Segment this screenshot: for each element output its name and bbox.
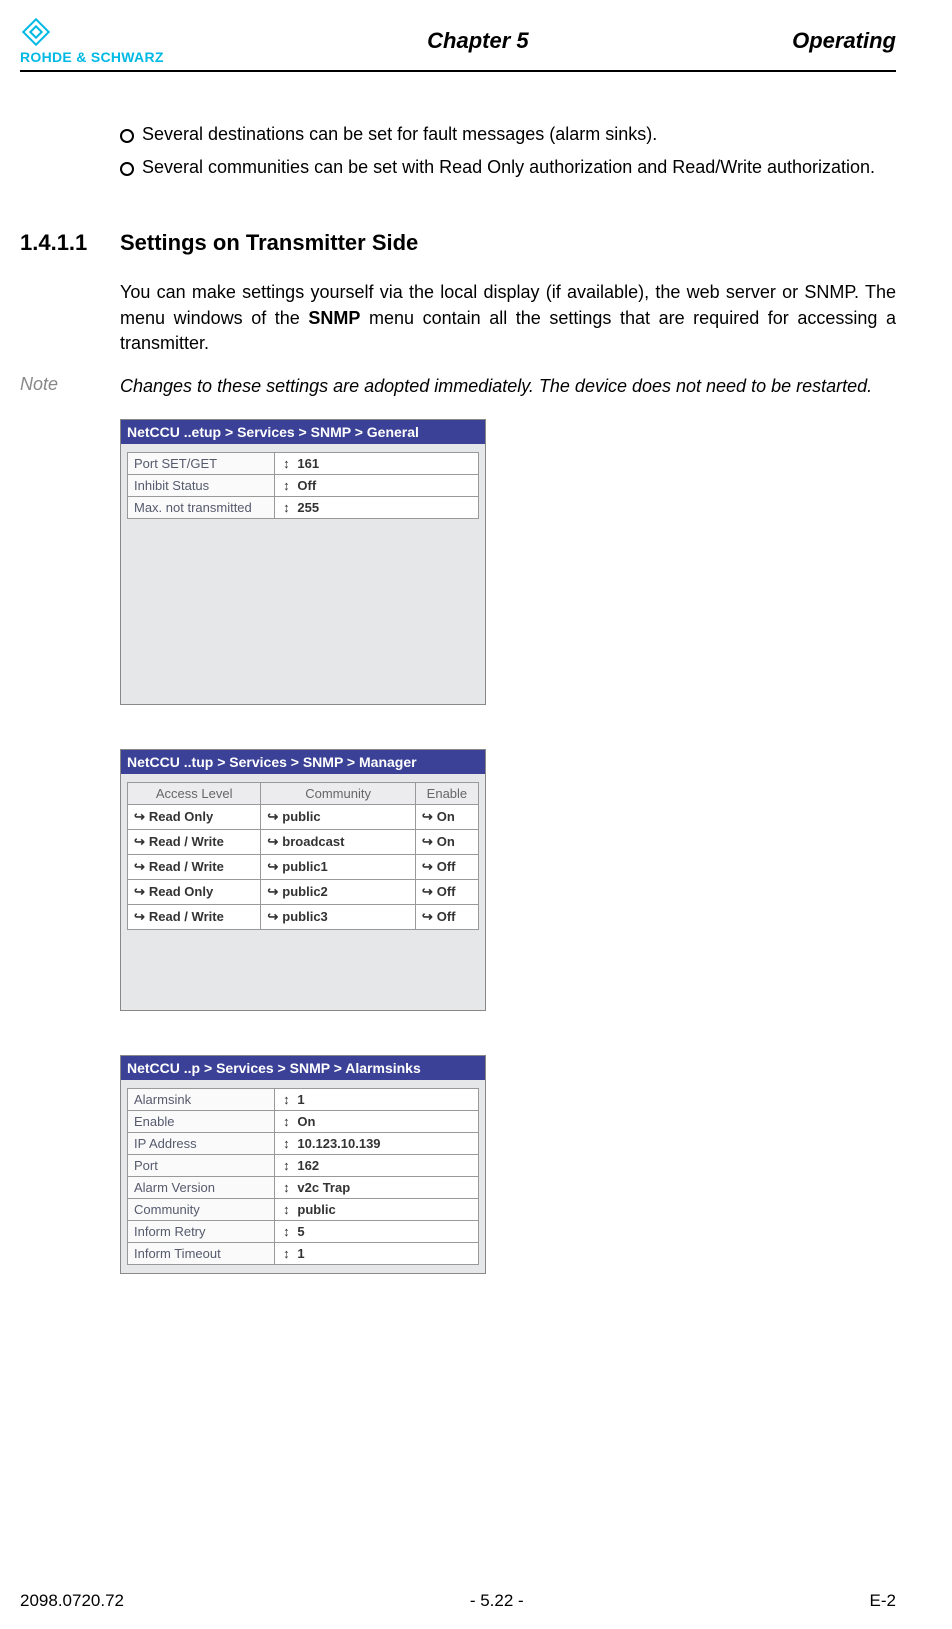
access-level-cell[interactable]: Read / Write [128, 905, 261, 930]
table-row: Max. not transmitted 255 [128, 497, 479, 519]
page-footer: 2098.0720.72 - 5.22 - E-2 [20, 1591, 896, 1611]
setting-value[interactable]: 10.123.10.139 [275, 1133, 479, 1155]
footer-revision: E-2 [870, 1591, 896, 1611]
enable-cell[interactable]: Off [415, 880, 478, 905]
enable-cell[interactable]: On [415, 830, 478, 855]
setting-value[interactable]: 162 [275, 1155, 479, 1177]
footer-doc-id: 2098.0720.72 [20, 1591, 124, 1611]
bullet-item: Several communities can be set with Read… [120, 155, 896, 180]
screenshot-snmp-general: NetCCU ..etup > Services > SNMP > Genera… [120, 419, 486, 705]
community-cell[interactable]: broadcast [261, 830, 415, 855]
section-title: Settings on Transmitter Side [120, 230, 418, 256]
community-cell[interactable]: public [261, 805, 415, 830]
table-row: Read / Write public3 Off [128, 905, 479, 930]
window-titlebar: NetCCU ..tup > Services > SNMP > Manager [121, 750, 485, 774]
table-row: IP Address 10.123.10.139 [128, 1133, 479, 1155]
section-heading: 1.4.1.1 Settings on Transmitter Side [20, 230, 896, 256]
table-row: Port 162 [128, 1155, 479, 1177]
bullet-list: Several destinations can be set for faul… [120, 122, 896, 180]
setting-label: Enable [128, 1111, 275, 1133]
settings-table-general: Port SET/GET 161 Inhibit Status Off Max.… [127, 452, 479, 519]
column-header: Community [261, 783, 415, 805]
setting-value[interactable]: public [275, 1199, 479, 1221]
setting-label: Alarmsink [128, 1089, 275, 1111]
chapter-title: Chapter 5 [164, 28, 792, 54]
setting-value[interactable]: 1 [275, 1089, 479, 1111]
table-row: Alarm Version v2c Trap [128, 1177, 479, 1199]
access-level-cell[interactable]: Read / Write [128, 830, 261, 855]
settings-table-alarmsinks: Alarmsink 1 Enable On IP Address 10.123.… [127, 1088, 479, 1265]
setting-label: Alarm Version [128, 1177, 275, 1199]
footer-page-number: - 5.22 - [470, 1591, 524, 1611]
community-cell[interactable]: public2 [261, 880, 415, 905]
column-header: Access Level [128, 783, 261, 805]
table-row: Port SET/GET 161 [128, 453, 479, 475]
page-header: ROHDE & SCHWARZ Chapter 5 Operating [20, 18, 896, 72]
setting-value[interactable]: 255 [275, 497, 479, 519]
table-row: Read Only public On [128, 805, 479, 830]
setting-label: Inform Timeout [128, 1243, 275, 1265]
enable-cell[interactable]: Off [415, 905, 478, 930]
table-row: Inform Timeout 1 [128, 1243, 479, 1265]
setting-label: Inform Retry [128, 1221, 275, 1243]
note-block: Note Changes to these settings are adopt… [20, 374, 896, 399]
table-row: Alarmsink 1 [128, 1089, 479, 1111]
table-row: Inform Retry 5 [128, 1221, 479, 1243]
enable-cell[interactable]: On [415, 805, 478, 830]
para-bold: SNMP [308, 308, 360, 328]
setting-label: Max. not transmitted [128, 497, 275, 519]
table-row: Read / Write public1 Off [128, 855, 479, 880]
community-cell[interactable]: public3 [261, 905, 415, 930]
intro-paragraph: You can make settings yourself via the l… [120, 280, 896, 356]
brand-logo: ROHDE & SCHWARZ [20, 18, 164, 64]
setting-label: Community [128, 1199, 275, 1221]
table-row: Inhibit Status Off [128, 475, 479, 497]
table-row: Community public [128, 1199, 479, 1221]
brand-text: ROHDE & SCHWARZ [20, 50, 164, 64]
table-row: Read / Write broadcast On [128, 830, 479, 855]
setting-value[interactable]: On [275, 1111, 479, 1133]
access-level-cell[interactable]: Read / Write [128, 855, 261, 880]
enable-cell[interactable]: Off [415, 855, 478, 880]
table-row: Enable On [128, 1111, 479, 1133]
setting-label: Port SET/GET [128, 453, 275, 475]
table-header-row: Access Level Community Enable [128, 783, 479, 805]
screenshot-snmp-manager: NetCCU ..tup > Services > SNMP > Manager… [120, 749, 486, 1011]
setting-label: Inhibit Status [128, 475, 275, 497]
setting-value[interactable]: Off [275, 475, 479, 497]
header-right-label: Operating [792, 28, 896, 54]
table-row: Read Only public2 Off [128, 880, 479, 905]
bullet-item: Several destinations can be set for faul… [120, 122, 896, 147]
access-level-cell[interactable]: Read Only [128, 880, 261, 905]
setting-value[interactable]: 5 [275, 1221, 479, 1243]
community-cell[interactable]: public1 [261, 855, 415, 880]
setting-label: Port [128, 1155, 275, 1177]
window-titlebar: NetCCU ..etup > Services > SNMP > Genera… [121, 420, 485, 444]
access-level-cell[interactable]: Read Only [128, 805, 261, 830]
note-label: Note [20, 374, 120, 399]
settings-table-manager: Access Level Community Enable Read Only … [127, 782, 479, 930]
setting-label: IP Address [128, 1133, 275, 1155]
column-header: Enable [415, 783, 478, 805]
screenshot-snmp-alarmsinks: NetCCU ..p > Services > SNMP > Alarmsink… [120, 1055, 486, 1274]
logo-icon [22, 18, 50, 46]
setting-value[interactable]: 161 [275, 453, 479, 475]
setting-value[interactable]: 1 [275, 1243, 479, 1265]
note-text: Changes to these settings are adopted im… [120, 374, 896, 399]
setting-value[interactable]: v2c Trap [275, 1177, 479, 1199]
section-number: 1.4.1.1 [20, 230, 120, 256]
window-titlebar: NetCCU ..p > Services > SNMP > Alarmsink… [121, 1056, 485, 1080]
